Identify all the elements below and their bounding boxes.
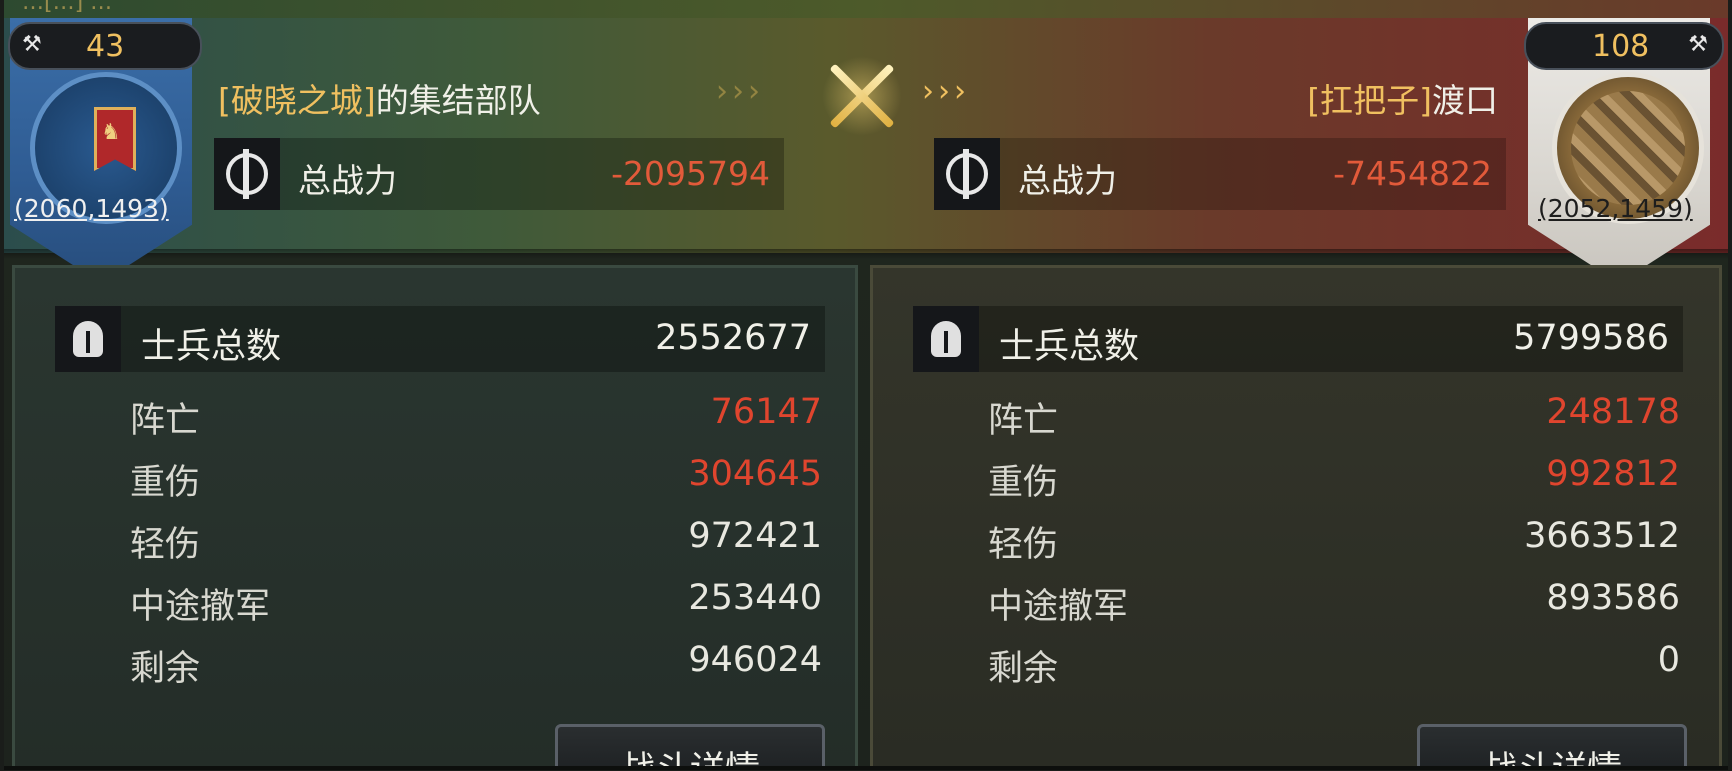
city-image — [1571, 91, 1685, 205]
stat-value: 992812 — [1546, 454, 1680, 494]
stat-value: 248178 — [1546, 392, 1680, 432]
stat-label: 阵亡 — [130, 401, 201, 441]
stat-label: 中途撤军 — [988, 587, 1129, 627]
stat-label: 轻伤 — [988, 525, 1059, 565]
stat-value: 946024 — [688, 640, 822, 680]
power-label: 总战力 — [298, 161, 397, 200]
troop-total-value: 2552677 — [655, 318, 811, 358]
axe-icon: ⚒ — [1688, 32, 1708, 57]
stat-value: 253440 — [688, 578, 822, 618]
troop-total-row: 士兵总数 2552677 — [55, 306, 825, 372]
stat-value: 0 — [1657, 640, 1680, 680]
stat-row-severely-wounded: 重伤 304645 — [130, 454, 822, 504]
attacker-level-badge: ⚒ 43 — [8, 22, 202, 70]
attacker-name-text: 的集结部队 — [375, 81, 541, 120]
attacker-stats-panel: 士兵总数 2552677 阵亡 76147 重伤 304645 轻伤 97242… — [12, 265, 858, 766]
stat-label: 中途撤军 — [130, 587, 271, 627]
crossed-swords-icon — [812, 46, 912, 146]
stat-row-retreated: 中途撤军 253440 — [130, 578, 822, 628]
battle-details-button[interactable]: 战斗详情 — [555, 724, 825, 766]
stat-label: 重伤 — [130, 463, 201, 503]
helmet-icon — [913, 306, 979, 372]
stat-row-lightly-wounded: 轻伤 3663512 — [988, 516, 1680, 566]
stat-value: 893586 — [1546, 578, 1680, 618]
arrows-left-icon: ››› — [716, 74, 764, 109]
defender-level-badge: 108 ⚒ — [1524, 22, 1724, 70]
stat-row-retreated: 中途撤军 893586 — [988, 578, 1680, 628]
stat-label: 剩余 — [130, 649, 201, 689]
troop-total-value: 5799586 — [1513, 318, 1669, 358]
attacker-alliance-tag: [破晓之城] — [218, 81, 376, 120]
attacker-name: [破晓之城]的集结部队 — [218, 74, 541, 122]
defender-coords-link[interactable]: (2052,1459) — [1538, 194, 1693, 223]
defender-level: 108 — [1592, 28, 1650, 64]
dragon-emblem-icon: ♞ — [101, 120, 121, 145]
attacker-power-bar: 总战力 -2095794 — [214, 138, 784, 210]
troop-total-label: 士兵总数 — [141, 327, 282, 367]
defender-alliance-tag: [扛把子] — [1307, 81, 1432, 120]
stat-row-severely-wounded: 重伤 992812 — [988, 454, 1680, 504]
stat-row-killed: 阵亡 248178 — [988, 392, 1680, 442]
attacker-coords-link[interactable]: (2060,1493) — [14, 194, 169, 223]
attacker-power-value: -2095794 — [611, 154, 770, 193]
top-title-strip: …[…] … — [4, 0, 1728, 18]
attacker-level: 43 — [86, 28, 125, 64]
defender-power-value: -7454822 — [1333, 154, 1492, 193]
stat-value: 76147 — [710, 392, 822, 432]
top-title-text: …[…] … — [22, 0, 113, 15]
power-label: 总战力 — [1018, 161, 1117, 200]
stat-value: 972421 — [688, 516, 822, 556]
defender-stats-panel: 士兵总数 5799586 阵亡 248178 重伤 992812 轻伤 3663… — [870, 265, 1722, 766]
attacker-banner-icon: ♞ — [94, 107, 136, 171]
axe-icon: ⚒ — [22, 32, 42, 57]
stat-label: 剩余 — [988, 649, 1059, 689]
power-icon — [934, 138, 1000, 210]
stat-label: 重伤 — [988, 463, 1059, 503]
arrows-right-icon: ››› — [922, 74, 970, 109]
stat-value: 304645 — [688, 454, 822, 494]
stat-value: 3663512 — [1524, 516, 1680, 556]
battle-report-screen: …[…] … ♞ ⚒ 43 (2060,1493) 108 ⚒ (2052,14… — [4, 0, 1728, 770]
troop-total-row: 士兵总数 5799586 — [913, 306, 1683, 372]
battle-details-button[interactable]: 战斗详情 — [1417, 724, 1687, 766]
defender-name-text: 渡口 — [1432, 81, 1498, 120]
stat-label: 轻伤 — [130, 525, 201, 565]
stat-label: 阵亡 — [988, 401, 1059, 441]
defender-power-bar: 总战力 -7454822 — [934, 138, 1506, 210]
power-icon — [214, 138, 280, 210]
defender-name: [扛把子]渡口 — [1307, 74, 1498, 122]
stat-row-killed: 阵亡 76147 — [130, 392, 822, 442]
stat-row-remaining: 剩余 946024 — [130, 640, 822, 690]
stat-row-lightly-wounded: 轻伤 972421 — [130, 516, 822, 566]
troop-total-label: 士兵总数 — [999, 327, 1140, 367]
helmet-icon — [55, 306, 121, 372]
stat-row-remaining: 剩余 0 — [988, 640, 1680, 690]
